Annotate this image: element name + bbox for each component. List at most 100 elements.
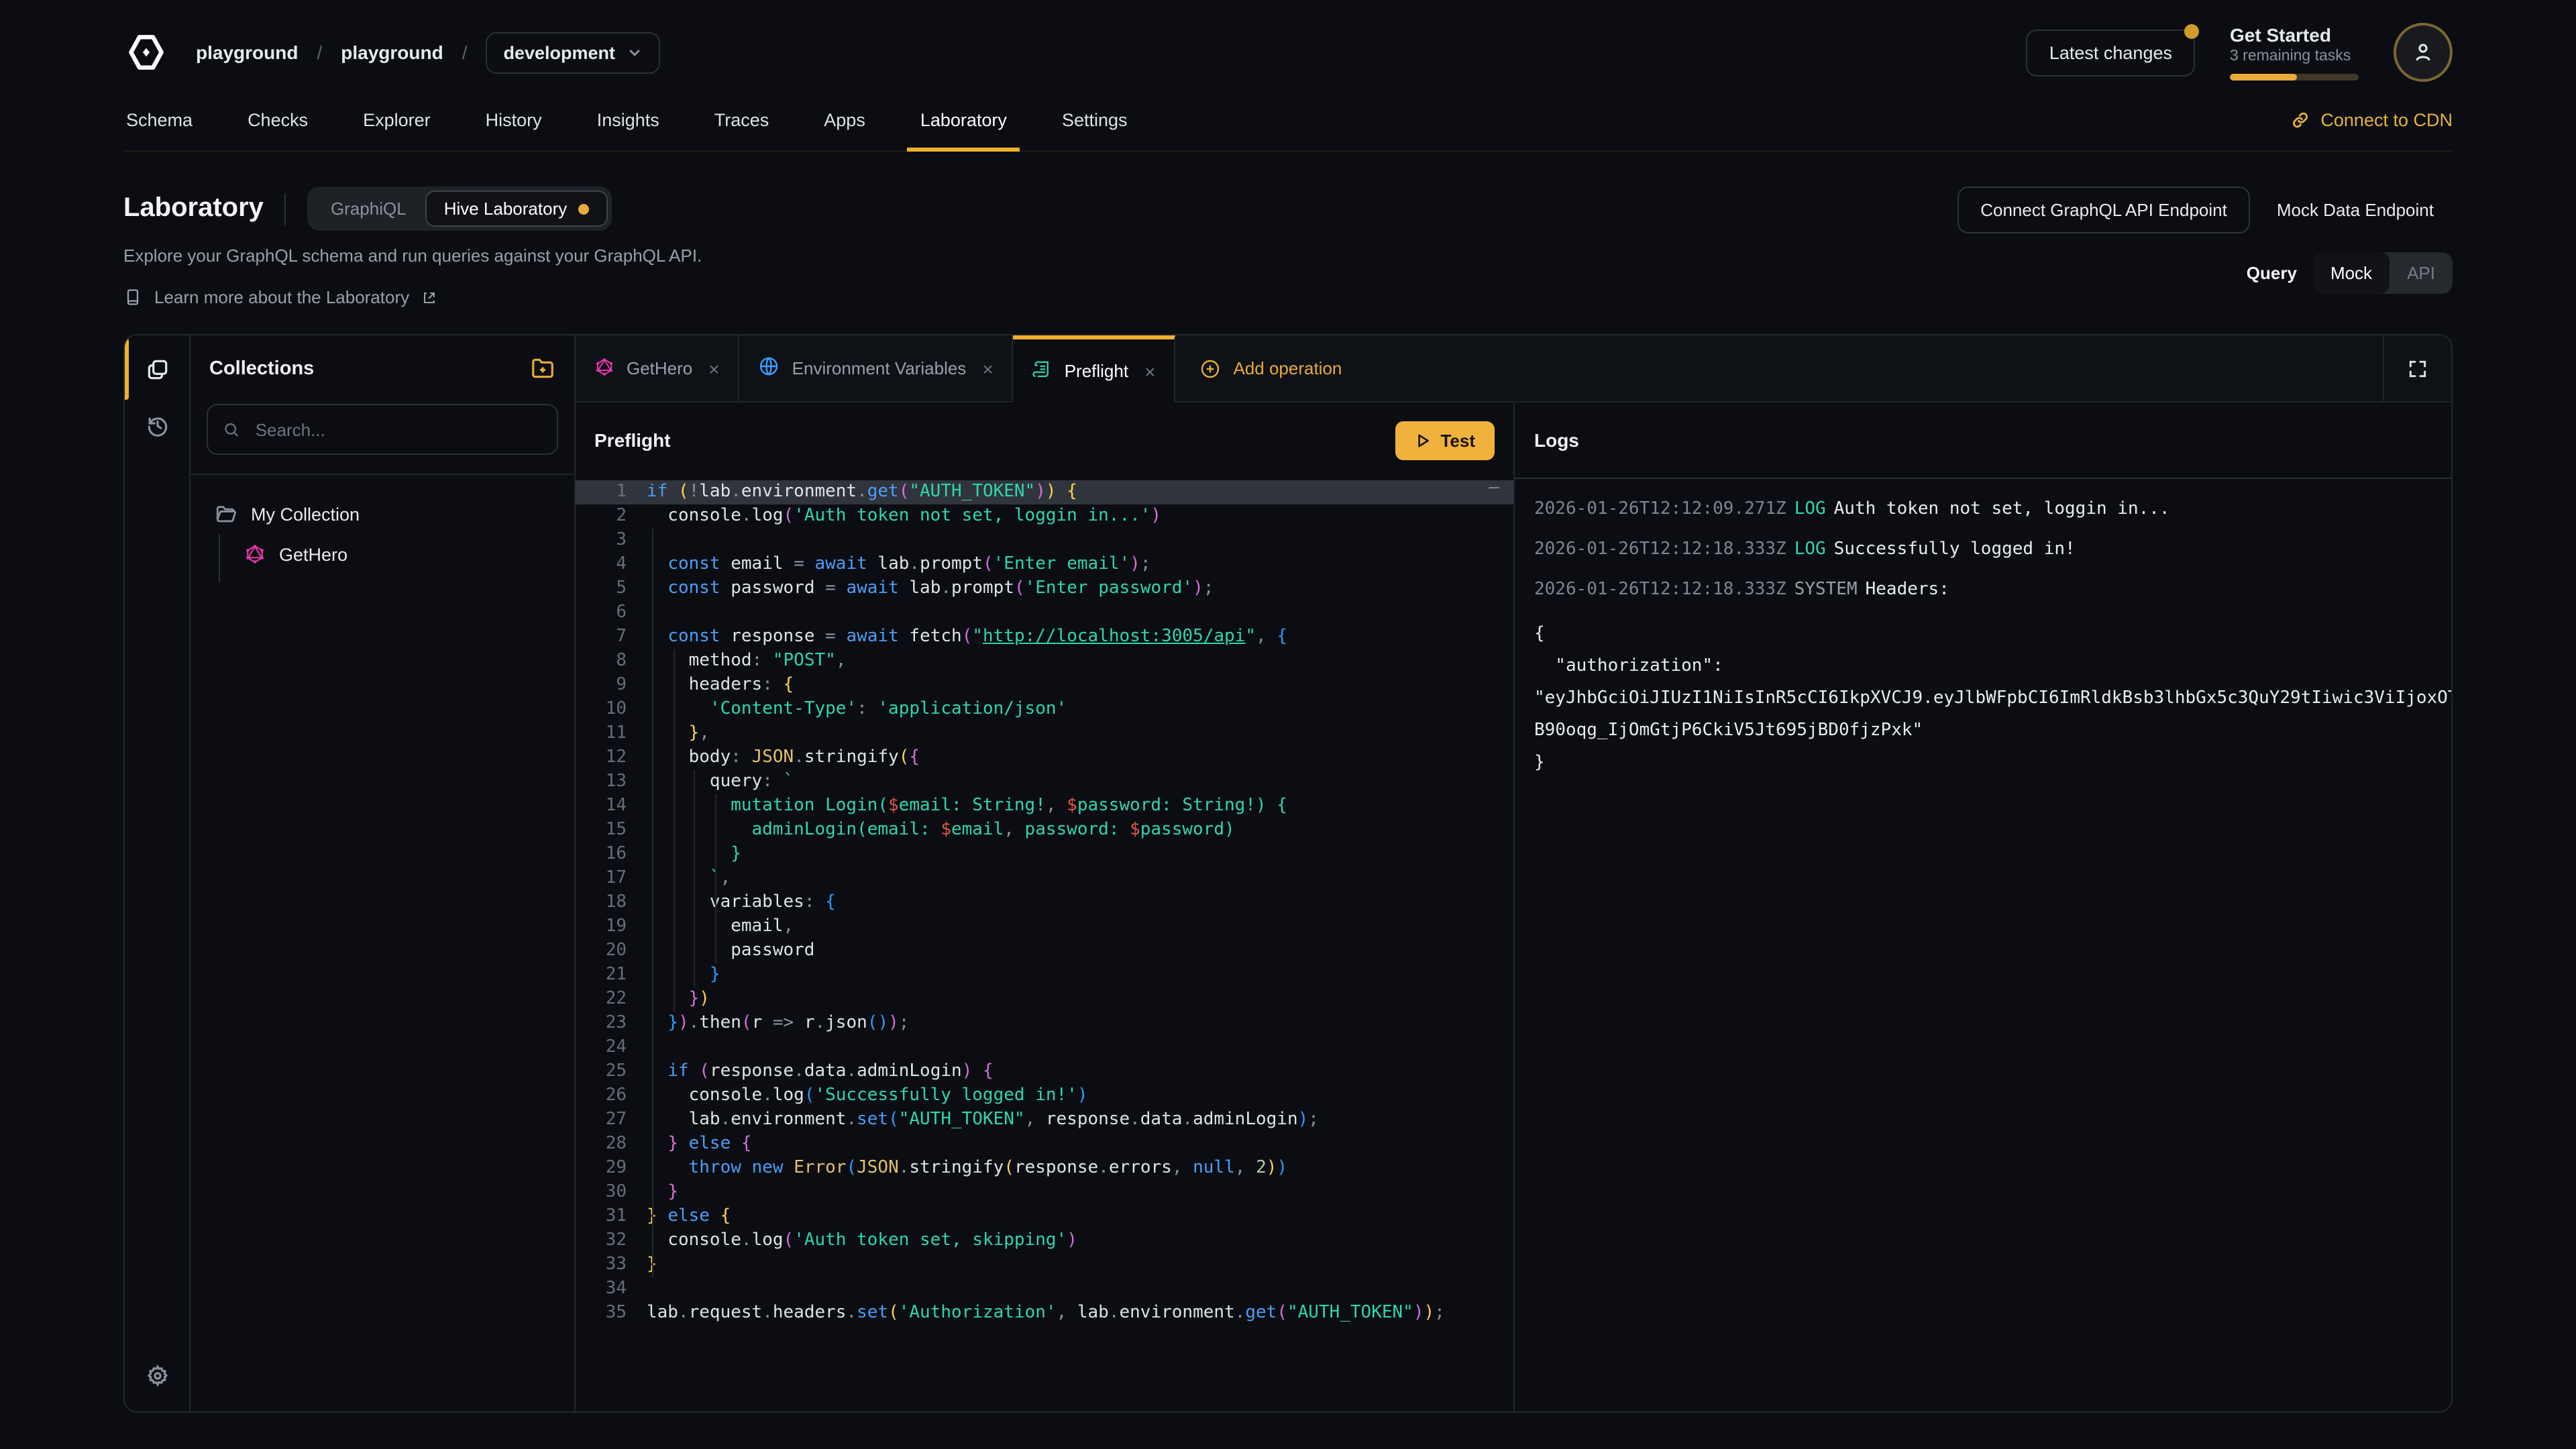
collection-folder-row[interactable]: My Collection <box>204 494 561 534</box>
code-line[interactable]: 30 } <box>576 1181 1513 1205</box>
breadcrumb-project[interactable]: playground <box>341 42 443 63</box>
line-number: 27 <box>576 1108 647 1132</box>
connect-cdn-label: Connect to CDN <box>2320 109 2453 129</box>
code-line[interactable]: 11 }, <box>576 722 1513 746</box>
code-line[interactable]: 1if (!lab.environment.get("AUTH_TOKEN"))… <box>576 480 1513 504</box>
code-line[interactable]: 33} <box>576 1253 1513 1277</box>
code-text: } else { <box>647 1132 1513 1157</box>
get-started-progressbar <box>2230 74 2359 80</box>
top-header: playground / playground / development La… <box>0 0 2576 152</box>
collections-search[interactable] <box>207 404 558 455</box>
close-icon[interactable]: × <box>982 358 993 379</box>
log-json-line: "eyJhbGciOiJIUzI1NiIsInR5cCI6IkpXVCJ9.ey… <box>1534 683 2451 715</box>
code-text: method: "POST", <box>647 649 1513 674</box>
test-button[interactable]: Test <box>1395 421 1494 460</box>
target-selector[interactable]: development <box>486 32 660 73</box>
connect-endpoint-button[interactable]: Connect GraphQL API Endpoint <box>1957 186 2250 233</box>
hive-logo-icon[interactable] <box>123 30 169 75</box>
logs-pane: Logs 2026-01-26T12:12:09.271ZLOGAuth tok… <box>1513 402 2451 1411</box>
code-line[interactable]: 6 <box>576 601 1513 625</box>
mock-endpoint-button[interactable]: Mock Data Endpoint <box>2258 188 2453 232</box>
code-line[interactable]: 10 'Content-Type': 'application/json' <box>576 698 1513 722</box>
breadcrumb-separator: / <box>317 42 322 63</box>
code-text: console.log('Auth token set, skipping') <box>647 1229 1513 1253</box>
nav-item-checks[interactable]: Checks <box>245 94 311 150</box>
folder-plus-icon <box>530 356 555 381</box>
code-line[interactable]: 21 } <box>576 963 1513 987</box>
mode-hive-laboratory[interactable]: Hive Laboratory <box>425 191 608 227</box>
chevron-down-icon <box>626 44 642 60</box>
code-text: mutation Login($email: String!, $passwor… <box>647 794 1513 818</box>
code-line[interactable]: 34 <box>576 1277 1513 1301</box>
add-operation-button[interactable]: Add operation <box>1175 335 1366 401</box>
code-line[interactable]: 29 throw new Error(JSON.stringify(respon… <box>576 1157 1513 1181</box>
search-input[interactable] <box>253 418 542 441</box>
collections-rail-button[interactable] <box>134 346 180 392</box>
line-number: 32 <box>576 1229 647 1253</box>
nav-item-explorer[interactable]: Explorer <box>360 94 433 150</box>
code-line[interactable]: 13 query: ` <box>576 770 1513 794</box>
code-line[interactable]: 7 const response = await fetch("http://l… <box>576 625 1513 649</box>
collection-folder-label: My Collection <box>251 504 360 524</box>
code-line[interactable]: 9 headers: { <box>576 674 1513 698</box>
script-icon <box>1032 359 1053 383</box>
log-level-badge: LOG <box>1794 539 1826 559</box>
line-number: 17 <box>576 867 647 891</box>
logs-output[interactable]: 2026-01-26T12:12:09.271ZLOGAuth token no… <box>1514 479 2451 780</box>
close-icon[interactable]: × <box>1144 360 1155 382</box>
code-line[interactable]: 26 console.log('Successfully logged in!'… <box>576 1084 1513 1108</box>
breadcrumb-org[interactable]: playground <box>196 42 298 63</box>
close-icon[interactable]: × <box>708 358 719 379</box>
code-line[interactable]: 3 <box>576 529 1513 553</box>
latest-changes-button[interactable]: Latest changes <box>2027 29 2195 76</box>
endpoint-option-mock[interactable]: Mock <box>2313 252 2390 294</box>
connect-cdn-link[interactable]: Connect to CDN <box>2290 109 2453 135</box>
code-line[interactable]: 32 console.log('Auth token set, skipping… <box>576 1229 1513 1253</box>
nav-item-settings[interactable]: Settings <box>1059 94 1130 150</box>
nav-item-apps[interactable]: Apps <box>821 94 868 150</box>
log-level-badge: SYSTEM <box>1794 580 1858 600</box>
nav-item-schema[interactable]: Schema <box>123 94 195 150</box>
code-line[interactable]: 12 body: JSON.stringify({ <box>576 746 1513 770</box>
tab-preflight[interactable]: Preflight× <box>1014 335 1176 402</box>
history-rail-button[interactable] <box>134 402 180 448</box>
new-collection-button[interactable] <box>530 356 555 381</box>
code-line[interactable]: 23 }).then(r => r.json()); <box>576 1012 1513 1036</box>
tab-environment-variables[interactable]: Environment Variables× <box>740 335 1014 401</box>
nav-item-history[interactable]: History <box>483 94 545 150</box>
code-line[interactable]: 35lab.request.headers.set('Authorization… <box>576 1301 1513 1326</box>
code-line[interactable]: 8 method: "POST", <box>576 649 1513 674</box>
code-line[interactable]: 5 const password = await lab.prompt('Ent… <box>576 577 1513 601</box>
graphql-icon <box>594 356 614 380</box>
code-text <box>647 529 1513 553</box>
app-window: playground / playground / development La… <box>0 0 2576 1449</box>
search-icon <box>223 419 241 439</box>
code-line[interactable]: 25 if (response.data.adminLogin) { <box>576 1060 1513 1084</box>
code-line[interactable]: 24 <box>576 1036 1513 1060</box>
log-entry: 2026-01-26T12:12:18.333ZLOGSuccessfully … <box>1534 538 2451 562</box>
code-line[interactable]: 4 const email = await lab.prompt('Enter … <box>576 553 1513 577</box>
code-line[interactable]: 28 } else { <box>576 1132 1513 1157</box>
code-line[interactable]: 27 lab.environment.set("AUTH_TOKEN", res… <box>576 1108 1513 1132</box>
operation-row-gethero[interactable]: GetHero <box>233 534 561 574</box>
nav-item-insights[interactable]: Insights <box>594 94 662 150</box>
endpoint-option-api[interactable]: API <box>2390 252 2453 294</box>
mode-graphiql[interactable]: GraphiQL <box>312 191 425 227</box>
fullscreen-button[interactable] <box>2383 337 2450 401</box>
line-number: 35 <box>576 1301 647 1326</box>
user-avatar[interactable] <box>2394 23 2453 82</box>
code-line[interactable]: 31} else { <box>576 1205 1513 1229</box>
get-started-widget[interactable]: Get Started 3 remaining tasks <box>2230 24 2359 80</box>
nav-item-traces[interactable]: Traces <box>712 94 772 150</box>
code-line[interactable]: 22 }) <box>576 987 1513 1012</box>
line-number: 10 <box>576 698 647 722</box>
collapse-handle-icon[interactable]: — <box>1489 478 1499 498</box>
notification-dot <box>2184 23 2199 38</box>
preflight-code-editor[interactable]: — 1if (!lab.environment.get("AUTH_TOKEN"… <box>576 478 1513 1411</box>
tab-gethero[interactable]: GetHero× <box>576 335 740 401</box>
settings-rail-button[interactable] <box>134 1352 180 1398</box>
code-line[interactable]: 2 console.log('Auth token not set, loggi… <box>576 504 1513 529</box>
line-number: 22 <box>576 987 647 1012</box>
nav-item-laboratory[interactable]: Laboratory <box>918 94 1010 150</box>
learn-more-link[interactable]: Learn more about the Laboratory <box>123 287 1957 307</box>
